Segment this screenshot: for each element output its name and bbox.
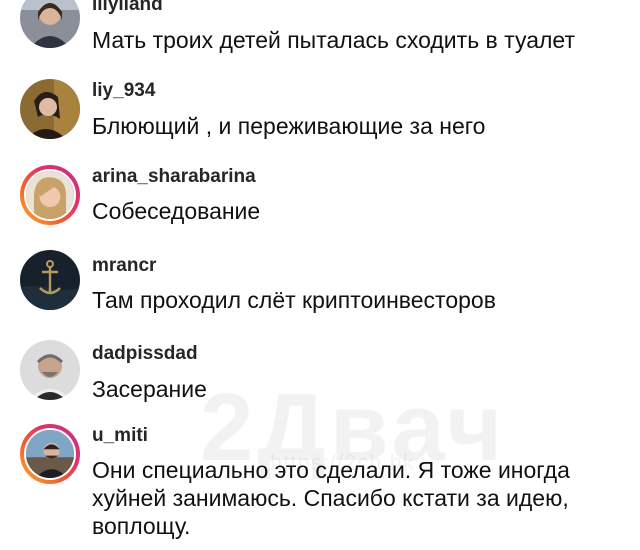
avatar[interactable]	[20, 0, 80, 48]
avatar[interactable]	[20, 165, 80, 225]
comment-username[interactable]: mrancr	[92, 255, 156, 277]
avatar-image	[20, 79, 80, 139]
comment-username[interactable]: liy_934	[92, 80, 155, 102]
comment-text: Блюющий , и переживающие за него	[92, 113, 486, 139]
avatar-image	[20, 0, 80, 48]
comment-text: Они специально это сделали. Я тоже иногд…	[92, 457, 570, 539]
comment-text: Засерание	[92, 376, 207, 402]
comment-username[interactable]: u_miti	[92, 425, 148, 447]
avatar[interactable]	[20, 340, 80, 400]
comment-text: Там проходил слёт криптоинвесторов	[92, 287, 496, 313]
avatar-image	[20, 340, 80, 400]
comment-username[interactable]: arina_sharabarina	[92, 166, 256, 188]
avatar[interactable]	[20, 424, 80, 484]
comment-username[interactable]: dadpissdad	[92, 343, 198, 365]
avatar-image	[24, 169, 76, 221]
comment-username[interactable]: lilylland	[92, 0, 163, 16]
comment-text: Собеседование	[92, 198, 261, 224]
avatar[interactable]	[20, 250, 80, 310]
comment-text: Мать троих детей пыталась сходить в туал…	[92, 27, 575, 53]
avatar[interactable]	[20, 79, 80, 139]
avatar-image	[24, 428, 76, 480]
anchor-icon	[20, 250, 80, 310]
